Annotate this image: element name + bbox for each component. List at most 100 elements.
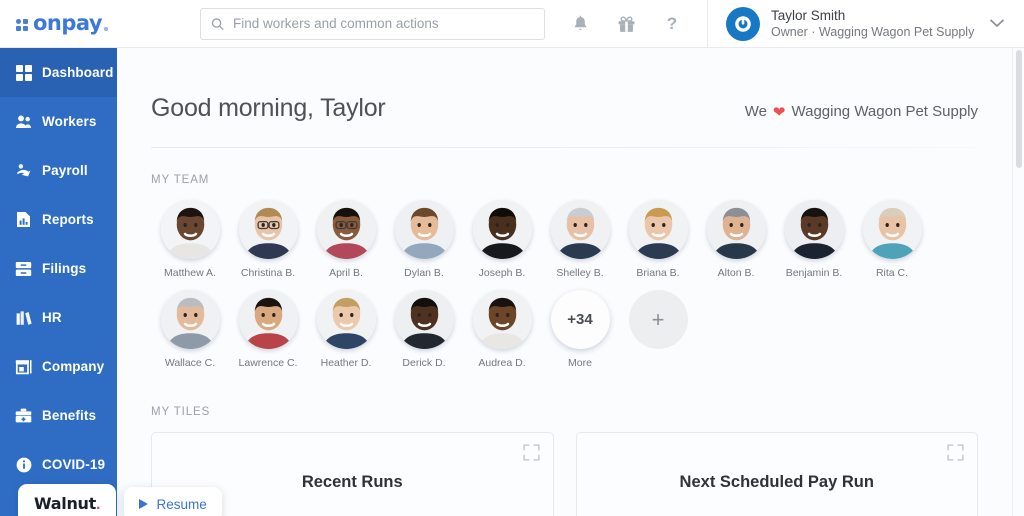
resume-button[interactable]: Resume (124, 486, 222, 516)
team-member[interactable]: Rita C. (853, 200, 931, 279)
info-circle-icon (15, 456, 32, 473)
gift-icon[interactable] (603, 0, 649, 48)
sidebar-label: COVID-19 (42, 457, 106, 472)
team-member[interactable]: Briana B. (619, 200, 697, 279)
sidebar-label: HR (42, 310, 62, 325)
sidebar-item-company[interactable]: Company (0, 342, 117, 391)
walnut-badge[interactable]: Walnut . (18, 484, 117, 516)
team-member[interactable]: Benjamin B. (775, 200, 853, 279)
avatar (394, 200, 454, 259)
avatar (316, 200, 376, 259)
walnut-dot: . (96, 496, 101, 513)
svg-text:?: ? (667, 14, 677, 33)
sidebar-label: Dashboard (42, 65, 114, 80)
team-member[interactable]: Derick D. (385, 290, 463, 369)
sidebar-item-hr[interactable]: HR (0, 293, 117, 342)
onpay-power-avatar-icon (726, 6, 760, 41)
team-member[interactable]: Audrea D. (463, 290, 541, 369)
page-title: Good morning, Taylor (151, 94, 386, 122)
team-member[interactable]: Lawrence C. (229, 290, 307, 369)
team-member-name: Matthew A. (164, 267, 216, 279)
team-member[interactable]: Dylan B. (385, 200, 463, 279)
app-root: onpay Find workers and common actions ? … (0, 0, 1024, 516)
report-chart-icon (15, 211, 32, 228)
sidebar-item-dashboard[interactable]: Dashboard (0, 48, 117, 97)
team-member-name: Briana B. (636, 267, 680, 279)
team-member-name: Rita C. (875, 267, 909, 279)
sidebar-label: Benefits (42, 408, 97, 423)
sidebar-item-covid-19[interactable]: COVID-19 (0, 440, 117, 489)
we-love-prefix: We (744, 103, 767, 120)
briefcase-medical-icon (15, 407, 32, 424)
sidebar-item-reports[interactable]: Reports (0, 195, 117, 244)
tile-title: Next Scheduled Pay Run (679, 473, 874, 491)
resume-label: Resume (156, 496, 207, 512)
team-member-name: Benjamin B. (785, 267, 843, 279)
team-member-name: Dylan B. (404, 267, 444, 279)
chevron-down-icon[interactable] (990, 15, 1004, 33)
avatar (160, 200, 220, 259)
avatar (862, 200, 922, 259)
notifications-bell-icon[interactable] (557, 0, 603, 48)
sidebar-item-filings[interactable]: Filings (0, 244, 117, 293)
team-member[interactable]: Matthew A. (151, 200, 229, 279)
walnut-label: Walnut (34, 494, 96, 513)
avatar (472, 290, 532, 349)
storefront-icon (15, 358, 32, 375)
team-member-name: Audrea D. (478, 357, 526, 369)
money-hand-icon (15, 162, 32, 179)
avatar (160, 290, 220, 349)
avatar (394, 290, 454, 349)
main-content: Good morning, Taylor We ❤ Wagging Wagon … (117, 48, 1024, 516)
team-member-name: Wallace C. (164, 357, 216, 369)
user-role: Owner · Wagging Wagon Pet Supply (771, 25, 975, 40)
team-member-name: Christina B. (240, 267, 296, 279)
help-question-icon[interactable]: ? (649, 0, 695, 48)
company-name: Wagging Wagon Pet Supply (791, 103, 979, 120)
more-caption: More (568, 357, 592, 369)
my-tiles-label: MY TILES (151, 406, 211, 418)
avatar (706, 200, 766, 259)
my-team-label: MY TEAM (151, 174, 210, 186)
team-member[interactable]: Wallace C. (151, 290, 229, 369)
expand-icon[interactable] (522, 444, 540, 466)
scrollbar-thumb[interactable] (1016, 50, 1022, 168)
play-icon (139, 499, 149, 509)
onpay-logo-mark-icon (16, 19, 28, 31)
people-icon (15, 113, 32, 130)
team-member[interactable]: Christina B. (229, 200, 307, 279)
walnut-overlay: Walnut . Resume (18, 484, 222, 516)
avatar (784, 200, 844, 259)
team-member[interactable]: Shelley B. (541, 200, 619, 279)
user-name: Taylor Smith (771, 7, 846, 23)
add-worker-button[interactable]: + (619, 290, 697, 369)
expand-icon[interactable] (947, 444, 964, 466)
team-member[interactable]: Alton B. (697, 200, 775, 279)
team-member[interactable]: Heather D. (307, 290, 385, 369)
vertical-scrollbar[interactable] (1012, 48, 1024, 516)
search-input[interactable] (233, 8, 534, 39)
sidebar-item-workers[interactable]: Workers (0, 97, 117, 146)
sidebar-item-benefits[interactable]: Benefits (0, 391, 117, 440)
tile-next-scheduled-pay-run[interactable]: Next Scheduled Pay Run (575, 432, 978, 516)
team-member-name: Derick D. (402, 357, 446, 369)
brand-logo[interactable]: onpay (0, 13, 200, 34)
search-bar[interactable] (200, 7, 545, 40)
team-member-name: Joseph B. (478, 267, 526, 279)
heart-icon: ❤ (772, 103, 786, 121)
books-icon (15, 309, 32, 326)
more-count: +34 (550, 290, 610, 349)
top-bar: onpay Find workers and common actions ? … (0, 0, 1024, 48)
avatar (316, 290, 376, 349)
sidebar-item-payroll[interactable]: Payroll (0, 146, 117, 195)
user-menu[interactable]: Taylor Smith Owner · Wagging Wagon Pet S… (708, 6, 1024, 41)
sidebar: Dashboard Workers Payroll Reports Filing… (0, 48, 117, 516)
team-more-button[interactable]: +34 More (541, 290, 619, 369)
avatar (550, 200, 610, 259)
team-member[interactable]: April B. (307, 200, 385, 279)
avatar (238, 290, 298, 349)
team-member[interactable]: Joseph B. (463, 200, 541, 279)
greeting-row: Good morning, Taylor We ❤ Wagging Wagon … (151, 48, 978, 123)
sidebar-label: Filings (42, 261, 87, 276)
team-grid: Matthew A. Christina B. April B. Dylan B… (151, 200, 978, 380)
